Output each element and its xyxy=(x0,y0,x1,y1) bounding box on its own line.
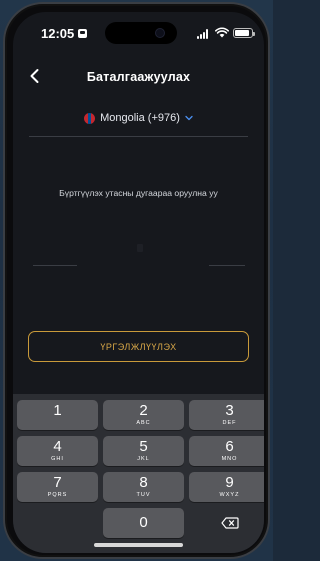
key-letters: ABC xyxy=(136,420,151,426)
battery-icon xyxy=(233,28,255,38)
key-5[interactable]: 5 JKL xyxy=(103,436,184,466)
key-8[interactable]: 8 TUV xyxy=(103,472,184,502)
key-2[interactable]: 2 ABC xyxy=(103,400,184,430)
key-letters: JKL xyxy=(137,456,150,462)
wifi-icon xyxy=(215,27,229,38)
key-letters: PQRS xyxy=(47,492,68,498)
code-input-left[interactable] xyxy=(33,265,77,266)
phone-frame: 12:05 Баталгаажуулах Mongolia (+976) Бүр… xyxy=(3,2,270,559)
status-bar: 12:05 xyxy=(13,12,264,54)
key-letters: DEF xyxy=(222,420,237,426)
key-0[interactable]: 0 xyxy=(103,508,184,538)
key-letters: GHI xyxy=(51,456,64,462)
backspace-icon xyxy=(220,517,239,529)
code-input-center[interactable] xyxy=(137,244,143,252)
key-digit: 6 xyxy=(225,438,234,455)
key-letters: TUV xyxy=(136,492,151,498)
key-4[interactable]: 4 GHI xyxy=(17,436,98,466)
battery-level xyxy=(235,30,249,36)
country-selector[interactable]: Mongolia (+976) xyxy=(13,112,264,124)
delete-key[interactable] xyxy=(189,508,264,538)
chevron-down-icon xyxy=(185,115,193,121)
key-digit: 2 xyxy=(139,402,148,419)
key-digit: 8 xyxy=(139,474,148,491)
numeric-keypad: 1 2 ABC 3 DEF 4 GHI 5 JKL 6 MNO 7 PQRS 8… xyxy=(13,394,264,553)
key-digit: 1 xyxy=(53,402,62,419)
key-digit: 5 xyxy=(139,438,148,455)
key-6[interactable]: 6 MNO xyxy=(189,436,264,466)
divider xyxy=(29,136,248,137)
country-label: Mongolia (+976) xyxy=(100,112,180,124)
key-9[interactable]: 9 WXYZ xyxy=(189,472,264,502)
key-3[interactable]: 3 DEF xyxy=(189,400,264,430)
app-screen: 12:05 Баталгаажуулах Mongolia (+976) Бүр… xyxy=(13,12,264,553)
continue-button[interactable]: ҮРГЭЛЖЛҮҮЛЭХ xyxy=(28,331,249,362)
page-title: Баталгаажуулах xyxy=(86,70,191,84)
key-digit: 0 xyxy=(139,514,148,531)
id-card-icon xyxy=(78,29,87,38)
key-letters: MNO xyxy=(221,456,238,462)
signal-icon xyxy=(197,29,211,39)
key-digit: 3 xyxy=(225,402,234,419)
dynamic-island xyxy=(105,22,177,44)
camera-icon xyxy=(155,28,165,38)
key-1[interactable]: 1 xyxy=(17,400,98,430)
home-indicator[interactable] xyxy=(94,543,183,547)
key-7[interactable]: 7 PQRS xyxy=(17,472,98,502)
key-digit: 9 xyxy=(225,474,234,491)
status-time: 12:05 xyxy=(41,26,75,41)
code-input-right[interactable] xyxy=(209,265,245,266)
instruction-text: Бүртгүүлэх утасны дугаараа оруулна уу xyxy=(59,188,218,198)
key-digit: 4 xyxy=(53,438,62,455)
key-letters: WXYZ xyxy=(219,492,240,498)
key-digit: 7 xyxy=(53,474,62,491)
mongolia-flag-icon xyxy=(84,112,96,124)
